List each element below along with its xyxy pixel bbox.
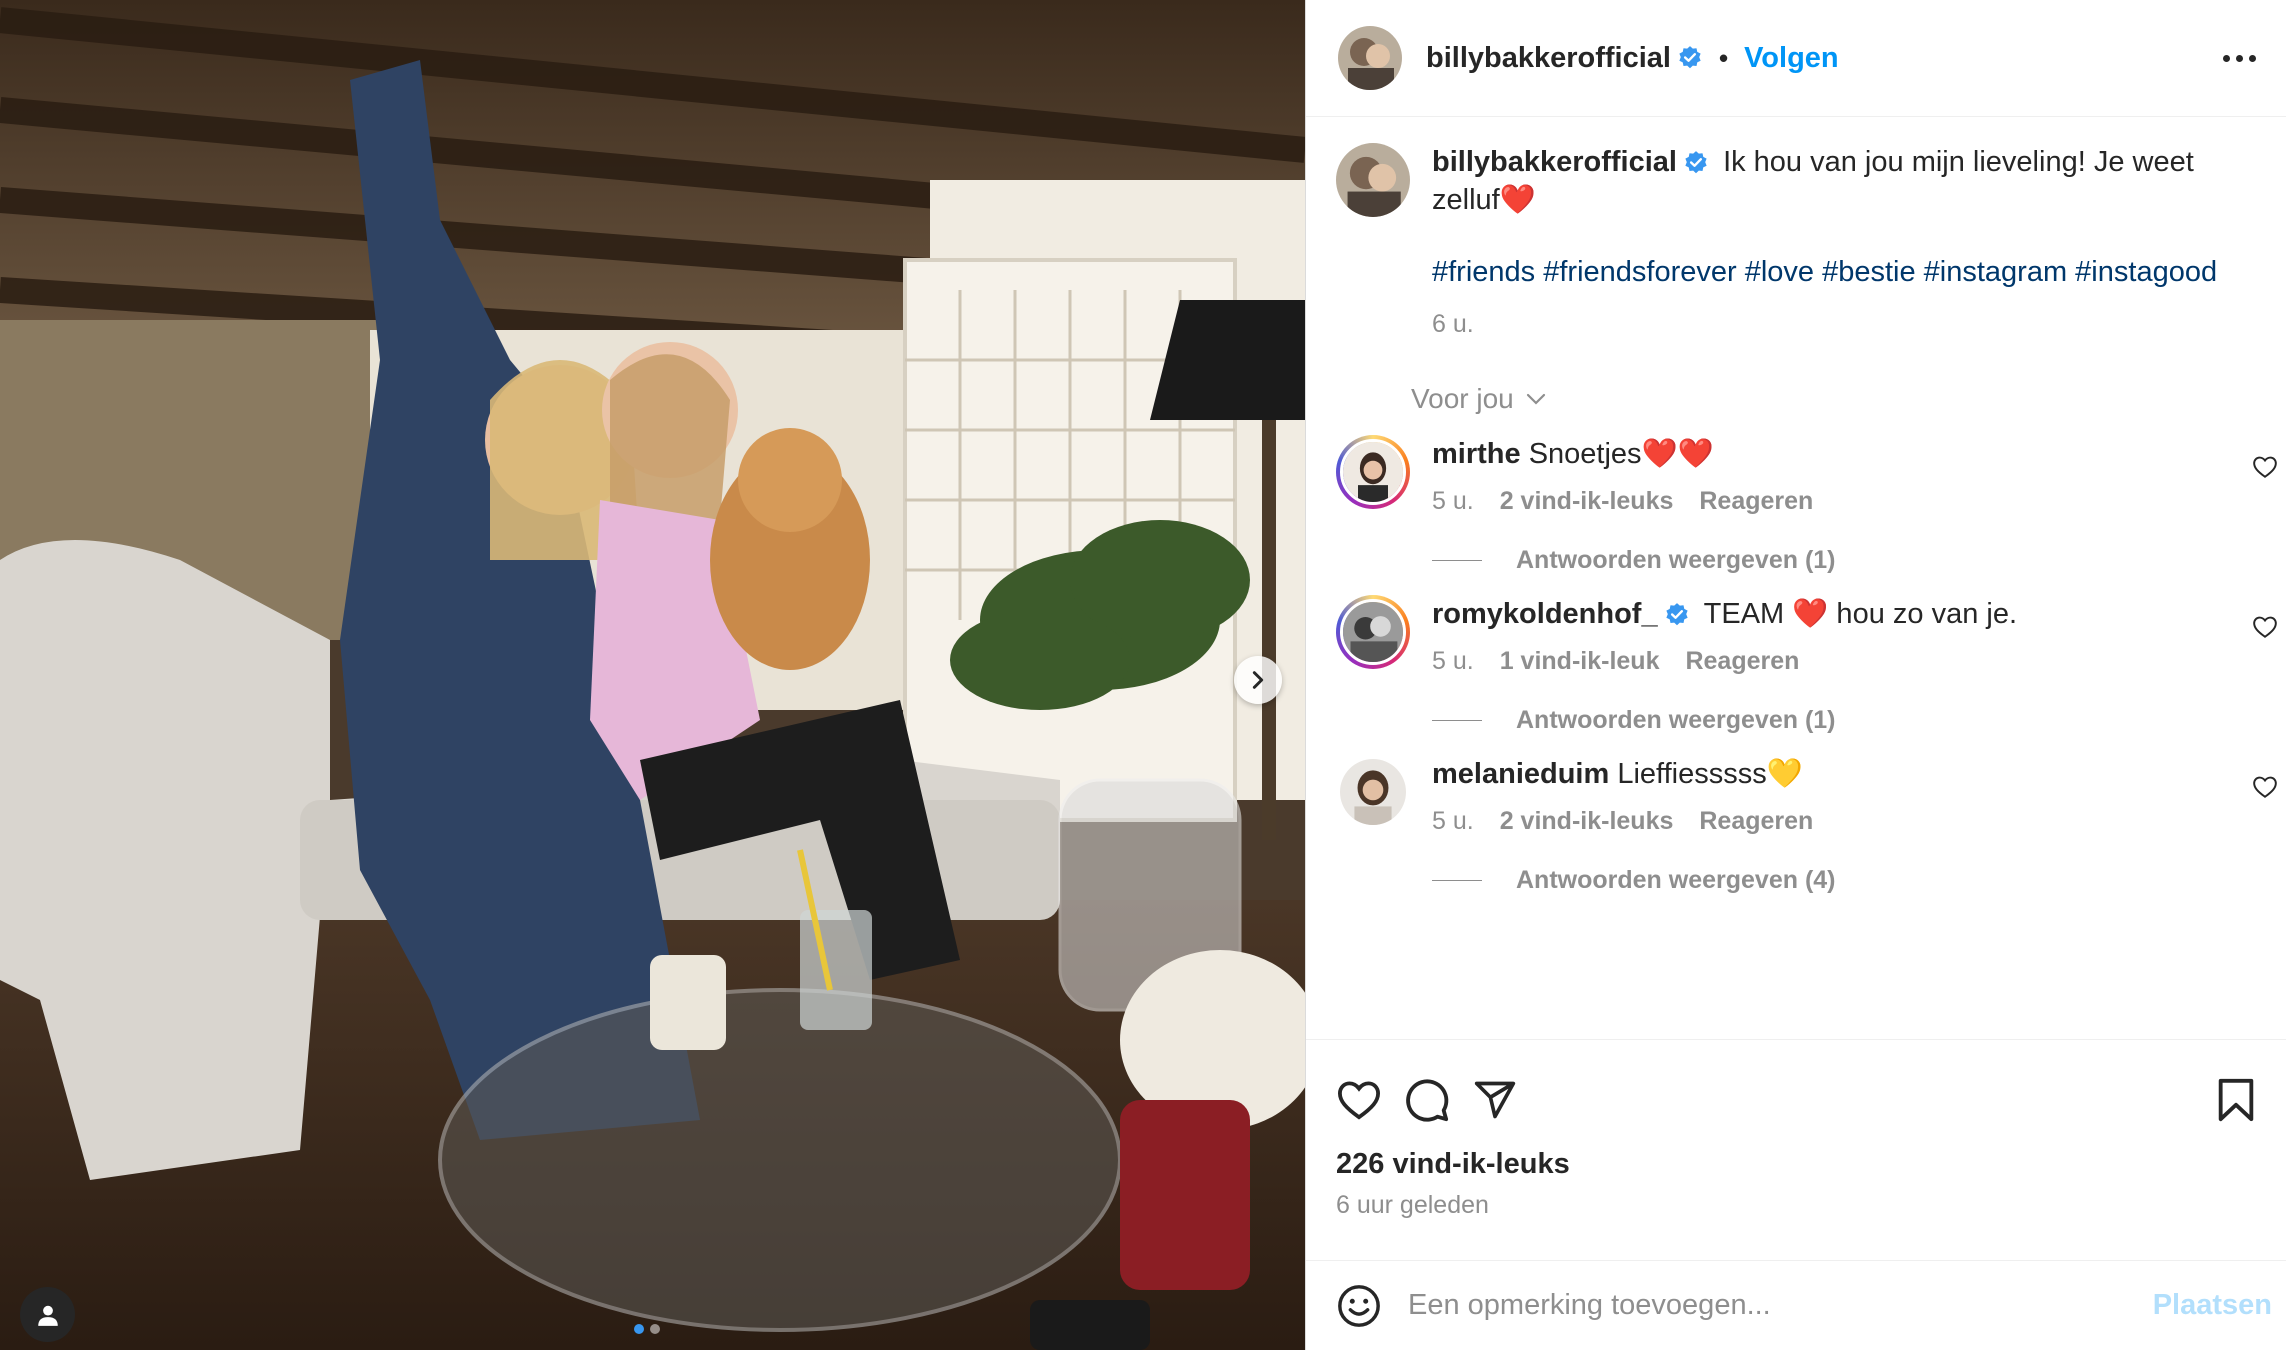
replies-divider: [1432, 880, 1482, 881]
avatar-image: [1340, 759, 1406, 825]
comment-likes[interactable]: 2 vind-ik-leuks: [1500, 487, 1674, 516]
posted-time: 6 uur geleden: [1336, 1191, 1489, 1219]
carousel-indicator: [634, 1324, 660, 1334]
comment-sort-label: Voor jou: [1411, 383, 1514, 414]
instagram-post-view: billybakkerofficial • Volgen billybakker…: [0, 0, 2286, 1350]
comment-time: 5 u.: [1432, 487, 1474, 515]
post-header: billybakkerofficial • Volgen: [1306, 0, 2286, 117]
caption-hashtags[interactable]: #friends #friendsforever #love #bestie #…: [1432, 253, 2246, 291]
chevron-down-icon: [1526, 393, 1545, 405]
comment-text: TEAM ❤️ hou zo van je.: [1703, 598, 2018, 630]
caption-body: billybakkerofficial Ik hou van jou mijn …: [1432, 143, 2246, 343]
carousel-dot: [650, 1324, 660, 1334]
comment-item: mirthe Snoetjes❤️❤️ 5 u. 2 vind-ik-leuks…: [1306, 435, 2286, 575]
comment-like-icon[interactable]: [2252, 775, 2278, 799]
more-options-button[interactable]: [2223, 45, 2256, 72]
comment-body: melanieduim Lieffiesssss💛: [1432, 755, 2256, 793]
commenter-avatar[interactable]: [1336, 755, 1410, 829]
commenter-avatar[interactable]: [1336, 595, 1410, 669]
user-tag-icon: [37, 1305, 58, 1326]
replies-divider: [1432, 720, 1482, 721]
verified-icon: [1665, 603, 1688, 626]
next-photo-button[interactable]: [1234, 656, 1282, 704]
commenter-avatar[interactable]: [1336, 435, 1410, 509]
follow-button[interactable]: Volgen: [1744, 42, 1839, 75]
post-photo[interactable]: [0, 0, 1305, 1350]
comment-item: romykoldenhof_ TEAM ❤️ hou zo van je. 5 …: [1306, 595, 2286, 735]
verified-icon: [1685, 151, 1707, 174]
reply-button[interactable]: Reageren: [1685, 647, 1799, 676]
replies-divider: [1432, 560, 1482, 561]
view-replies-button[interactable]: Antwoorden weergeven (1): [1432, 706, 2256, 735]
post-side-panel: billybakkerofficial • Volgen billybakker…: [1305, 0, 2286, 1350]
action-row: [1336, 1040, 2256, 1140]
tagged-users-button[interactable]: [20, 1287, 75, 1342]
view-replies-button[interactable]: Antwoorden weergeven (4): [1432, 866, 2256, 895]
comment-text: Lieffiesssss💛: [1617, 758, 1803, 790]
bookmark-icon[interactable]: [2216, 1077, 2256, 1123]
header-separator: •: [1719, 42, 1729, 73]
comment-body: romykoldenhof_ TEAM ❤️ hou zo van je.: [1432, 595, 2256, 633]
verified-icon: [1679, 46, 1701, 69]
commenter-username[interactable]: mirthe: [1432, 438, 1521, 470]
comment-meta: 5 u. 2 vind-ik-leuks Reageren: [1432, 807, 2256, 836]
author-username[interactable]: billybakkerofficial: [1426, 42, 1671, 75]
avatar-image: [1343, 442, 1403, 502]
comment-likes[interactable]: 1 vind-ik-leuk: [1500, 647, 1660, 676]
comment-meta: 5 u. 1 vind-ik-leuk Reageren: [1432, 647, 2256, 676]
reply-button[interactable]: Reageren: [1699, 807, 1813, 836]
author-avatar[interactable]: [1338, 26, 1402, 90]
likes-count[interactable]: 226 vind-ik-leuks: [1336, 1148, 2256, 1181]
post-actions: 226 vind-ik-leuks 6 uur geleden: [1306, 1039, 2286, 1260]
comment-item: melanieduim Lieffiesssss💛 5 u. 2 vind-ik…: [1306, 755, 2286, 895]
view-replies-button[interactable]: Antwoorden weergeven (1): [1432, 546, 2256, 575]
comment-time: 5 u.: [1432, 647, 1474, 675]
share-icon[interactable]: [1472, 1078, 1518, 1122]
emoji-icon[interactable]: [1336, 1283, 1382, 1329]
comment-sort-dropdown[interactable]: Voor jou: [1411, 383, 2286, 415]
comment-icon[interactable]: [1404, 1077, 1450, 1123]
comment-body: mirthe Snoetjes❤️❤️: [1432, 435, 2256, 473]
heart-icon[interactable]: [1336, 1079, 1382, 1121]
photo-scene: [0, 0, 1305, 1350]
comments-section[interactable]: billybakkerofficial Ik hou van jou mijn …: [1306, 117, 2286, 1039]
more-icon: [2223, 54, 2230, 62]
post-caption: billybakkerofficial Ik hou van jou mijn …: [1306, 117, 2286, 343]
comment-meta: 5 u. 2 vind-ik-leuks Reageren: [1432, 487, 2256, 516]
comment-time: 5 u.: [1432, 807, 1474, 835]
caption-username[interactable]: billybakkerofficial: [1432, 146, 1677, 178]
carousel-dot-active: [634, 1324, 644, 1334]
avatar-image: [1336, 143, 1410, 217]
reply-button[interactable]: Reageren: [1699, 487, 1813, 516]
caption-time: 6 u.: [1432, 310, 1474, 338]
add-comment-bar: Plaatsen: [1306, 1260, 2286, 1350]
more-icon-dot: [2236, 54, 2243, 62]
post-comment-button[interactable]: Plaatsen: [2153, 1289, 2272, 1322]
view-replies-label: Antwoorden weergeven (1): [1516, 546, 1836, 574]
caption-author-avatar[interactable]: [1336, 143, 1410, 217]
comment-like-icon[interactable]: [2252, 615, 2278, 639]
commenter-username[interactable]: romykoldenhof_: [1432, 598, 1658, 630]
comment-likes[interactable]: 2 vind-ik-leuks: [1500, 807, 1674, 836]
view-replies-label: Antwoorden weergeven (1): [1516, 706, 1836, 734]
comment-input[interactable]: [1408, 1289, 2153, 1322]
comment-like-icon[interactable]: [2252, 455, 2278, 479]
more-icon-dot: [2249, 54, 2256, 62]
comment-text: Snoetjes❤️❤️: [1528, 438, 1714, 470]
avatar-image: [1338, 26, 1402, 90]
avatar-image: [1343, 602, 1403, 662]
view-replies-label: Antwoorden weergeven (4): [1516, 866, 1836, 894]
commenter-username[interactable]: melanieduim: [1432, 758, 1609, 790]
chevron-right-icon: [1252, 671, 1264, 689]
